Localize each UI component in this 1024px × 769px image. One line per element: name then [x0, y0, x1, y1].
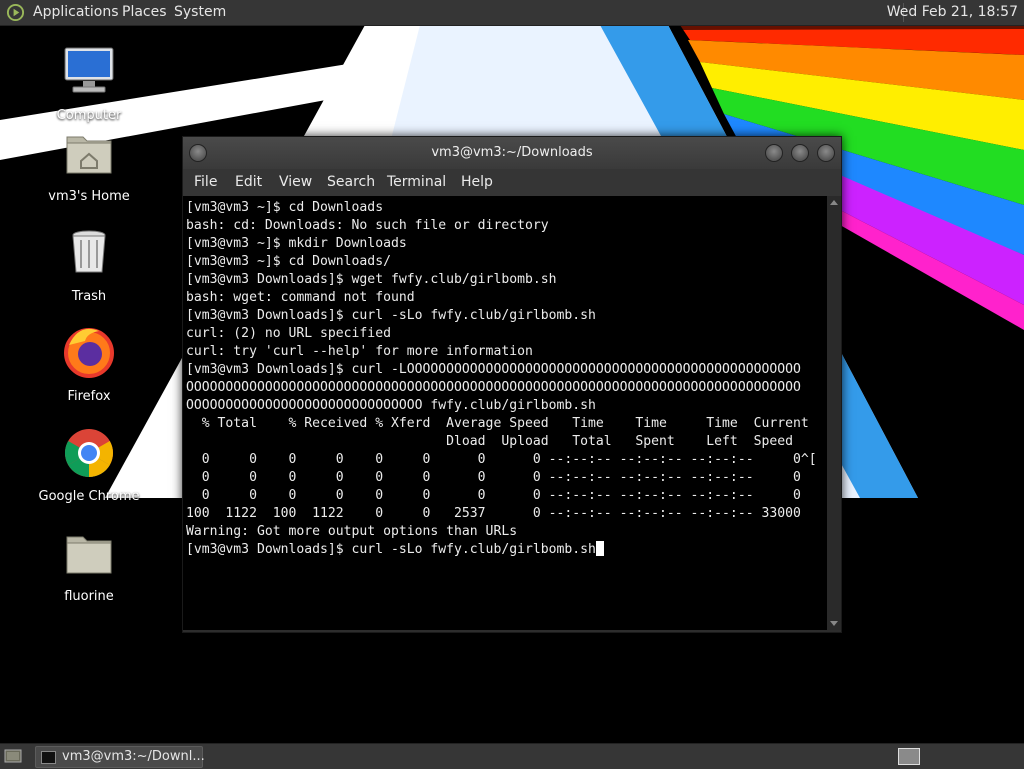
- terminal-line: [vm3@vm3 ~]$ cd Downloads/: [186, 254, 391, 269]
- taskbar-button-label: vm3@vm3:~/Downl...: [62, 749, 205, 764]
- terminal-prompt-text: [vm3@vm3 Downloads]$ curl -sLo fwfy.club…: [186, 542, 596, 557]
- terminal-line: 0 0 0 0 0 0 0 0 --:--:-- --:--:-- --:--:…: [186, 452, 817, 467]
- panel-clock[interactable]: Wed Feb 21, 18:57: [887, 0, 1018, 25]
- terminal-line: curl: (2) no URL specified: [186, 326, 391, 341]
- minimize-icon[interactable]: [765, 144, 783, 162]
- menu-search[interactable]: Search: [327, 169, 375, 196]
- trash-icon: [72, 230, 106, 273]
- menu-applications[interactable]: Applications: [33, 0, 119, 25]
- close-icon[interactable]: [817, 144, 835, 162]
- chrome-icon: [64, 429, 114, 478]
- terminal-output[interactable]: [vm3@vm3 ~]$ cd Downloads bash: cd: Downl…: [183, 196, 827, 630]
- desktop-icon-label: Firefox: [67, 389, 111, 404]
- maximize-icon[interactable]: [791, 144, 809, 162]
- terminal-line: [vm3@vm3 Downloads]$ curl -LOOOOOOOOOOOO…: [186, 362, 801, 377]
- scroll-down-arrow-icon[interactable]: [830, 621, 838, 626]
- menu-file[interactable]: File: [194, 169, 217, 196]
- terminal-line: [vm3@vm3 Downloads]$ curl -sLo fwfy.club…: [186, 308, 596, 323]
- desktop-icon-trash[interactable]: Trash: [34, 225, 144, 305]
- terminal-line: OOOOOOOOOOOOOOOOOOOOOOOOOOOOOOOOOOOOOOOO…: [186, 380, 801, 395]
- taskbar-terminal-button[interactable]: vm3@vm3:~/Downl...: [35, 746, 205, 768]
- terminal-window[interactable]: vm3@vm3:~/Downloads File Edit View Searc…: [182, 136, 842, 633]
- home-folder-icon: [66, 136, 112, 174]
- firefox-icon: [64, 328, 114, 378]
- terminal-line: OOOOOOOOOOOOOOOOOOOOOOOOOOOOOO fwfy.club…: [186, 398, 596, 413]
- desktop-icon-chrome[interactable]: Google Chrome: [34, 425, 144, 505]
- desktop-icon-fluorine[interactable]: fluorine: [34, 525, 144, 605]
- text-cursor: [595, 541, 604, 556]
- applications-logo-icon[interactable]: [6, 3, 25, 22]
- terminal-menubar: File Edit View Search Terminal Help: [183, 169, 841, 196]
- menu-system[interactable]: System: [174, 0, 226, 25]
- menu-terminal[interactable]: Terminal: [387, 169, 446, 196]
- scroll-up-arrow-icon[interactable]: [830, 200, 838, 205]
- desktop-icon-label: fluorine: [64, 589, 114, 604]
- show-desktop-icon[interactable]: [4, 748, 22, 764]
- desktop-icon-firefox[interactable]: Firefox: [34, 325, 144, 405]
- folder-icon: [66, 536, 112, 574]
- terminal-line: [vm3@vm3 Downloads]$ wget fwfy.club/girl…: [186, 272, 557, 287]
- terminal-line: curl: try 'curl --help' for more informa…: [186, 344, 533, 359]
- terminal-prompt-line[interactable]: [vm3@vm3 Downloads]$ curl -sLo fwfy.club…: [186, 541, 827, 559]
- desktop-icon-label: Computer: [56, 108, 122, 123]
- top-panel: Applications Places System Wed Feb 21, 1…: [0, 0, 1024, 26]
- terminal-line: bash: cd: Downloads: No such file or dir…: [186, 218, 549, 233]
- workspace-switcher[interactable]: [898, 748, 920, 765]
- desktop-icon-home[interactable]: vm3's Home: [34, 125, 144, 205]
- terminal-line: bash: wget: command not found: [186, 290, 415, 305]
- terminal-scrollbar[interactable]: [827, 196, 841, 630]
- window-title: vm3@vm3:~/Downloads: [431, 145, 593, 160]
- terminal-line: Dload Upload Total Spent Left Speed: [186, 434, 793, 449]
- menu-edit[interactable]: Edit: [235, 169, 262, 196]
- desktop-icon-computer[interactable]: Computer: [34, 44, 144, 124]
- window-titlebar[interactable]: vm3@vm3:~/Downloads: [183, 137, 841, 169]
- computer-icon: [64, 47, 114, 93]
- bottom-panel: vm3@vm3:~/Downl...: [0, 743, 1024, 769]
- terminal-line: Warning: Got more output options than UR…: [186, 524, 518, 539]
- terminal-line: 100 1122 100 1122 0 0 2537 0 --:--:-- --…: [186, 506, 801, 521]
- terminal-line: 0 0 0 0 0 0 0 0 --:--:-- --:--:-- --:--:…: [186, 488, 801, 503]
- terminal-line: [vm3@vm3 ~]$ mkdir Downloads: [186, 236, 407, 251]
- terminal-line: % Total % Received % Xferd Average Speed…: [186, 416, 809, 431]
- desktop-icon-label: Google Chrome: [38, 489, 140, 504]
- desktop-icon-label: Trash: [71, 289, 107, 304]
- terminal-line: 0 0 0 0 0 0 0 0 --:--:-- --:--:-- --:--:…: [186, 470, 801, 485]
- menu-view[interactable]: View: [279, 169, 312, 196]
- terminal-line: [vm3@vm3 ~]$ cd Downloads: [186, 200, 384, 215]
- menu-places[interactable]: Places: [122, 0, 167, 25]
- desktop-icon-label: vm3's Home: [48, 189, 130, 204]
- menu-help[interactable]: Help: [461, 169, 493, 196]
- terminal-icon: [41, 751, 56, 764]
